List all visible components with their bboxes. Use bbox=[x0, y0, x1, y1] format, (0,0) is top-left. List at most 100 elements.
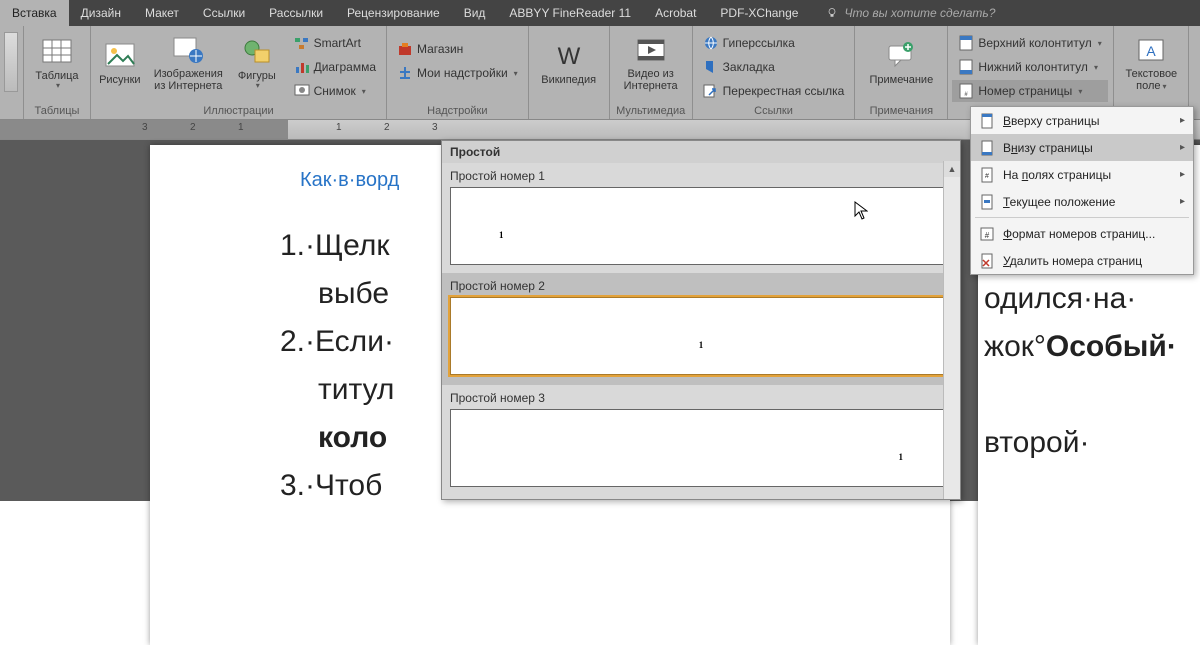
dropdown-icon: ▾ bbox=[1163, 82, 1167, 91]
group-media-label: Мультимедиа bbox=[614, 103, 688, 119]
menu-bottom-of-page[interactable]: Внизу страницы ▸ bbox=[971, 134, 1193, 161]
cursor-icon bbox=[854, 201, 868, 221]
gallery-item-3[interactable]: Простой номер 3 1 bbox=[442, 385, 960, 487]
store-icon bbox=[397, 41, 413, 57]
submenu-arrow-icon: ▸ bbox=[1180, 196, 1185, 207]
submenu-arrow-icon: ▸ bbox=[1180, 169, 1185, 180]
remove-icon bbox=[979, 253, 995, 269]
wikipedia-icon: W bbox=[553, 40, 585, 72]
addins-icon bbox=[397, 65, 413, 81]
group-illustrations-label: Иллюстрации bbox=[95, 103, 382, 119]
page-number-button[interactable]: # Номер страницы▾ bbox=[952, 80, 1107, 102]
svg-text:W: W bbox=[557, 43, 580, 70]
crossref-button[interactable]: Перекрестная ссылка bbox=[697, 80, 851, 102]
shapes-icon bbox=[241, 36, 273, 68]
tab-view[interactable]: Вид bbox=[452, 0, 498, 26]
svg-text:#: # bbox=[985, 173, 989, 180]
page-number-icon: # bbox=[958, 83, 974, 99]
hyperlink-button[interactable]: Гиперссылка bbox=[697, 32, 851, 54]
gallery-preview-3: 1 bbox=[450, 409, 952, 487]
video-icon bbox=[635, 34, 667, 66]
gallery-scrollbar[interactable]: ▲ bbox=[943, 161, 960, 499]
format-icon: # bbox=[979, 226, 995, 242]
group-pages-label bbox=[4, 104, 19, 119]
picture-icon bbox=[104, 40, 136, 72]
tell-me-search[interactable]: Что вы хотите сделать? bbox=[826, 6, 995, 20]
chart-icon bbox=[294, 59, 310, 75]
tab-review[interactable]: Рецензирование bbox=[335, 0, 452, 26]
hyperlink-icon bbox=[703, 35, 719, 51]
smartart-icon bbox=[294, 35, 310, 51]
current-pos-icon bbox=[979, 194, 995, 210]
footer-icon bbox=[958, 59, 974, 75]
online-pictures-button[interactable]: Изображения из Интернета bbox=[151, 28, 226, 98]
gallery-category: Простой bbox=[442, 141, 960, 163]
screenshot-button[interactable]: Снимок▾ bbox=[288, 80, 382, 102]
tab-references[interactable]: Ссылки bbox=[191, 0, 257, 26]
page-number-gallery: Простой Простой номер 1 1 Простой номер … bbox=[441, 140, 961, 500]
my-addins-button[interactable]: Мои надстройки▾ bbox=[391, 62, 524, 84]
submenu-arrow-icon: ▸ bbox=[1180, 142, 1185, 153]
online-video-button[interactable]: Видео из Интернета bbox=[614, 28, 688, 98]
tab-acrobat[interactable]: Acrobat bbox=[643, 0, 708, 26]
tell-me-placeholder: Что вы хотите сделать? bbox=[844, 6, 995, 20]
tab-insert[interactable]: Вставка bbox=[0, 0, 69, 26]
header-icon bbox=[958, 35, 974, 51]
tab-mailings[interactable]: Рассылки bbox=[257, 0, 335, 26]
group-illustrations: Рисунки Изображения из Интернета Фигуры▾… bbox=[91, 26, 387, 119]
bookmark-icon bbox=[703, 59, 719, 75]
dropdown-icon: ▾ bbox=[56, 82, 60, 91]
dropdown-icon: ▾ bbox=[1094, 63, 1098, 72]
group-comments: Примечание Примечания bbox=[855, 26, 948, 119]
footer-button[interactable]: Нижний колонтитул▾ bbox=[952, 56, 1107, 78]
shapes-button[interactable]: Фигуры▾ bbox=[232, 28, 282, 98]
chart-button[interactable]: Диаграмма bbox=[288, 56, 382, 78]
svg-text:A: A bbox=[1147, 43, 1157, 59]
svg-text:#: # bbox=[985, 231, 990, 240]
pages-sliver-icon[interactable] bbox=[4, 32, 18, 92]
ribbon-tabs: Вставка Дизайн Макет Ссылки Рассылки Рец… bbox=[0, 0, 1200, 26]
group-pages-sliver bbox=[0, 26, 24, 119]
menu-format-page-numbers[interactable]: # Формат номеров страниц... bbox=[971, 220, 1193, 247]
group-tables: Таблица▾ Таблицы bbox=[24, 26, 91, 119]
table-button[interactable]: Таблица▾ bbox=[28, 28, 86, 98]
submenu-arrow-icon: ▸ bbox=[1180, 115, 1185, 126]
page-bottom-icon bbox=[979, 140, 995, 156]
menu-current-position[interactable]: Текущее положение ▸ bbox=[971, 188, 1193, 215]
page-top-icon bbox=[979, 113, 995, 129]
smartart-button[interactable]: SmartArt bbox=[288, 32, 382, 54]
gallery-preview-1: 1 bbox=[450, 187, 952, 265]
store-button[interactable]: Магазин bbox=[391, 38, 524, 60]
screenshot-icon bbox=[294, 83, 310, 99]
menu-page-margins[interactable]: # На полях страницы ▸ bbox=[971, 161, 1193, 188]
tab-design[interactable]: Дизайн bbox=[69, 0, 133, 26]
comment-icon bbox=[885, 40, 917, 72]
dropdown-icon: ▾ bbox=[1078, 87, 1082, 96]
dropdown-icon: ▾ bbox=[514, 69, 518, 78]
page-margin-icon: # bbox=[979, 167, 995, 183]
gallery-item-2[interactable]: Простой номер 2 1 bbox=[442, 273, 960, 385]
bookmark-button[interactable]: Закладка bbox=[697, 56, 851, 78]
pictures-button[interactable]: Рисунки bbox=[95, 28, 145, 98]
group-media: Видео из Интернета Мультимедиа bbox=[610, 26, 693, 119]
tab-layout[interactable]: Макет bbox=[133, 0, 191, 26]
textbox-icon: A bbox=[1135, 34, 1167, 66]
wikipedia-button[interactable]: W Википедия bbox=[533, 28, 605, 98]
group-addins-label: Надстройки bbox=[391, 103, 524, 119]
page-number-submenu: Вверху страницы ▸ Внизу страницы ▸ # На … bbox=[970, 106, 1194, 275]
menu-separator bbox=[975, 217, 1189, 218]
table-icon bbox=[41, 36, 73, 68]
tab-abbyy[interactable]: ABBYY FineReader 11 bbox=[497, 0, 643, 26]
menu-remove-page-numbers[interactable]: Удалить номера страниц bbox=[971, 247, 1193, 274]
scroll-up-icon[interactable]: ▲ bbox=[944, 161, 960, 177]
menu-top-of-page[interactable]: Вверху страницы ▸ bbox=[971, 107, 1193, 134]
crossref-icon bbox=[703, 83, 719, 99]
gallery-item-1[interactable]: Простой номер 1 1 bbox=[442, 163, 960, 265]
gallery-preview-2: 1 bbox=[450, 297, 952, 375]
lightbulb-icon bbox=[826, 7, 838, 19]
tab-pdfxchange[interactable]: PDF-XChange bbox=[708, 0, 810, 26]
dropdown-icon: ▾ bbox=[256, 82, 260, 91]
comment-button[interactable]: Примечание bbox=[859, 28, 943, 98]
header-button[interactable]: Верхний колонтитул▾ bbox=[952, 32, 1107, 54]
textbox-button[interactable]: A Текстовое поле▾ bbox=[1118, 28, 1184, 98]
